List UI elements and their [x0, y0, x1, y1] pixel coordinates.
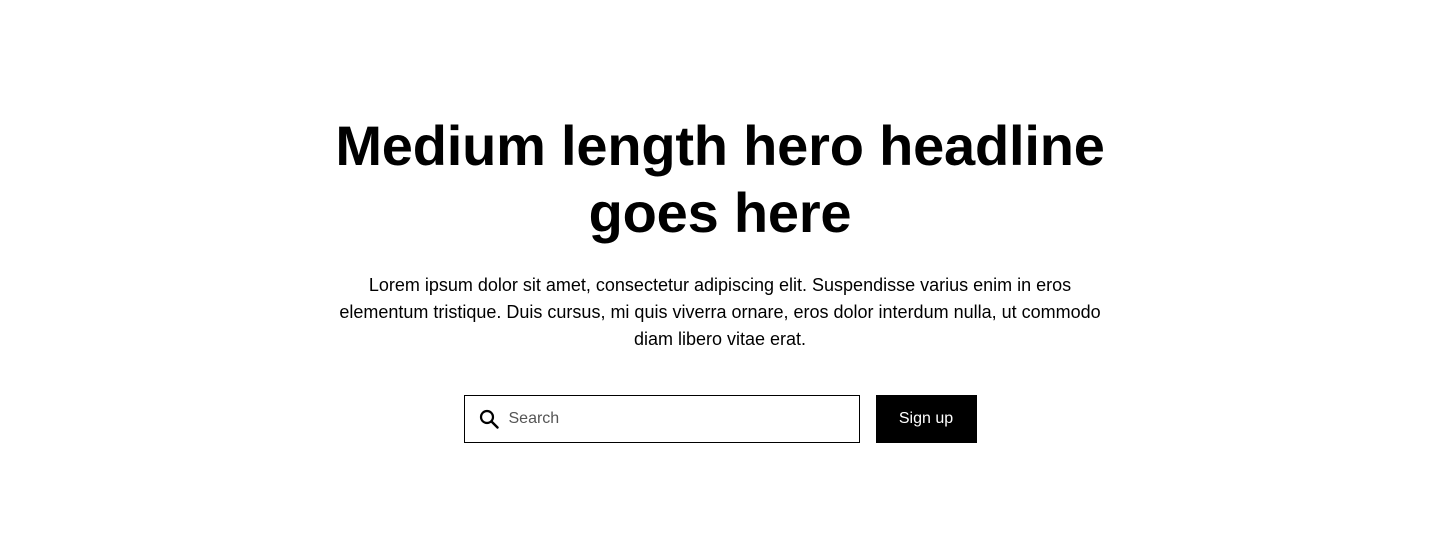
signup-form: Sign up — [463, 395, 977, 443]
signup-button[interactable]: Sign up — [875, 395, 977, 443]
hero-headline: Medium length hero headline goes here — [335, 114, 1105, 244]
search-input[interactable] — [508, 397, 849, 441]
hero-subtext: Lorem ipsum dolor sit amet, consectetur … — [339, 275, 1101, 349]
hero-section: Medium length hero headline goes here Lo… — [0, 0, 1440, 551]
search-field[interactable] — [463, 395, 860, 443]
search-icon — [478, 408, 500, 430]
